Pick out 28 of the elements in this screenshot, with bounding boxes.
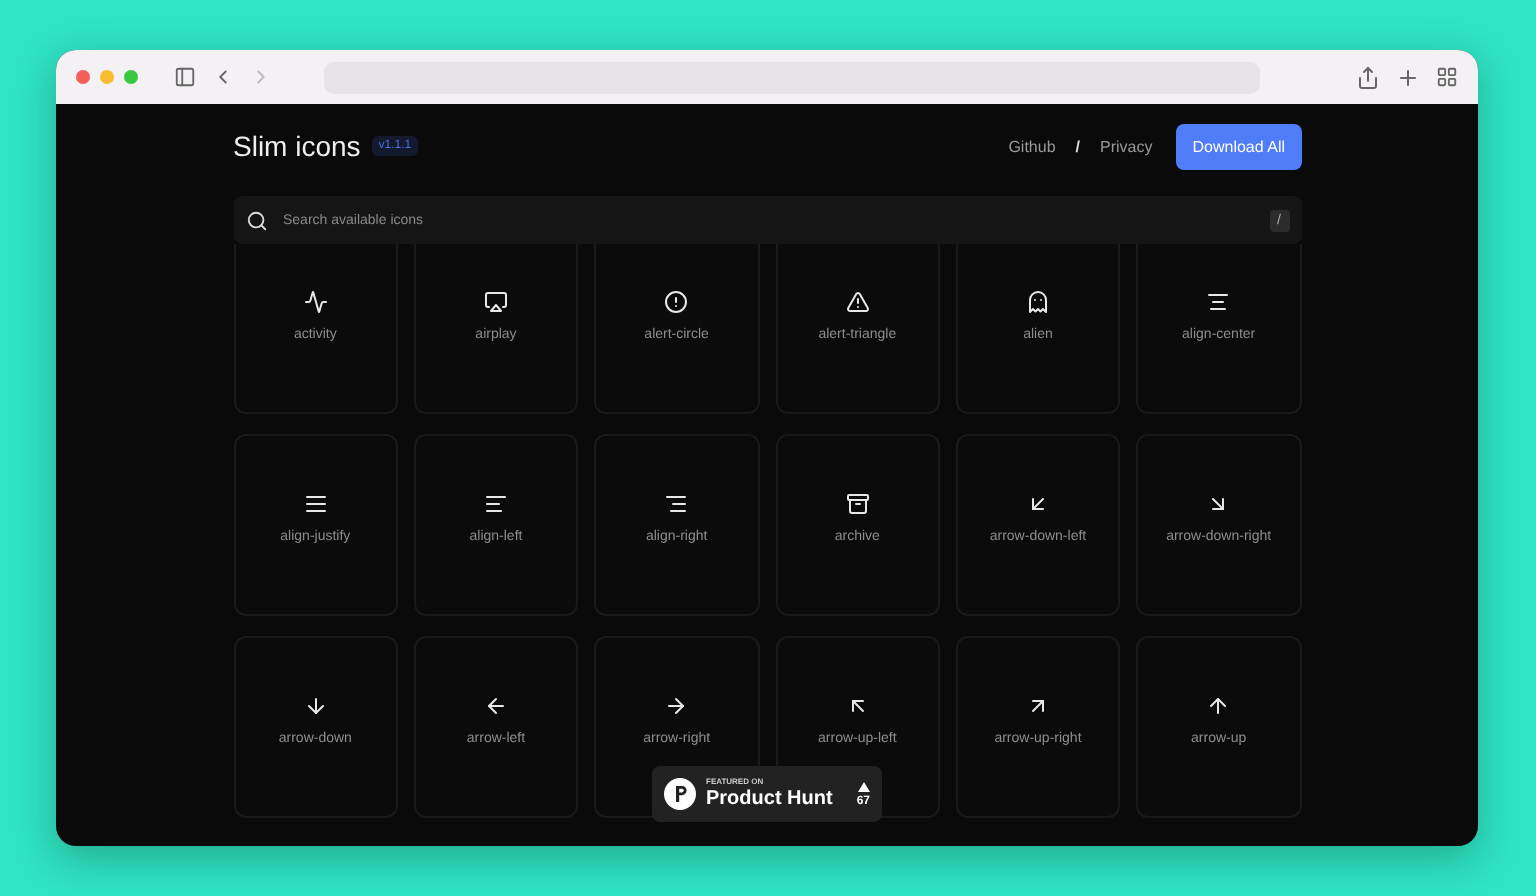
align-justify-icon [303,492,328,516]
nav-link[interactable]: Privacy [1100,137,1153,155]
archive-icon [845,492,870,516]
arrow-down-icon [303,694,328,718]
nav-link[interactable]: Github [1008,137,1056,155]
screen-icon [483,290,508,314]
arrow-right-icon [664,694,689,718]
download-button[interactable]: Download All [1176,123,1301,169]
align-center-icon [1206,290,1231,314]
search-icon [245,209,267,231]
p-logo-icon [664,778,696,810]
alert-triangle-icon [845,290,870,314]
minimize-dot[interactable] [100,70,114,84]
sidebar-icon[interactable] [174,66,196,88]
link-separator: / [1075,137,1081,155]
site-title: Slim icons [233,130,361,162]
align-right-icon [664,492,689,516]
share-icon[interactable] [1356,65,1380,89]
pulse-icon [303,290,328,314]
alert-circle-icon [664,290,689,314]
zoom-dot[interactable] [124,70,138,84]
upvote-icon [857,781,870,791]
plus-icon[interactable] [1396,65,1420,89]
close-dot[interactable] [76,70,90,84]
arrow-left-icon [483,694,508,718]
align-left-icon [483,492,508,516]
grid-icon[interactable] [1436,66,1458,88]
arrow-up-icon [1206,694,1231,718]
